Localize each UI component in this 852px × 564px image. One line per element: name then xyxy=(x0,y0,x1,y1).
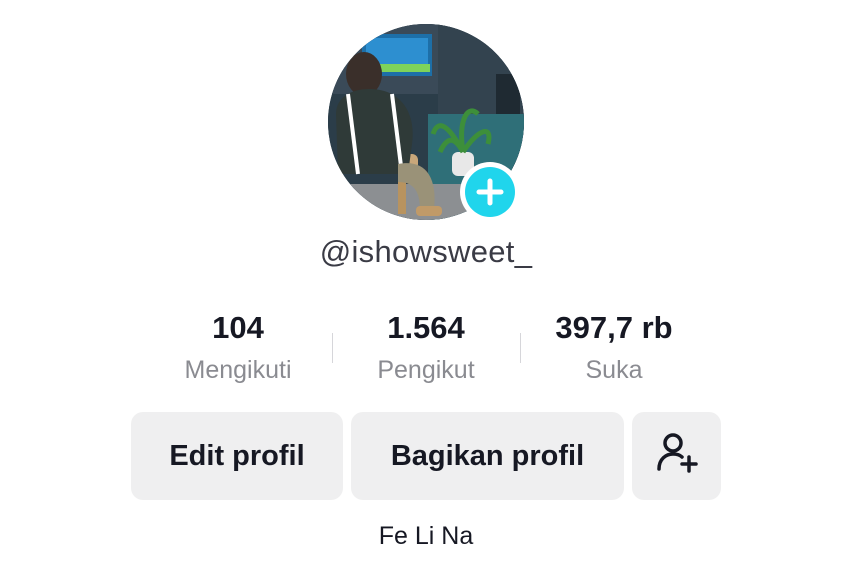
stat-following[interactable]: 104 Mengikuti xyxy=(138,308,338,386)
stat-label: Suka xyxy=(585,356,643,384)
plus-icon xyxy=(465,167,515,217)
avatar-container xyxy=(328,24,524,222)
edit-profile-button[interactable]: Edit profil xyxy=(131,412,343,500)
stat-followers[interactable]: 1.564 Pengikut xyxy=(326,308,526,386)
stat-likes[interactable]: 397,7 rb Suka xyxy=(514,308,714,386)
stat-value: 1.564 xyxy=(387,310,465,345)
stat-label: Pengikut xyxy=(377,356,475,384)
profile-page: @ishowsweet_ 104 Mengikuti 1.564 Pengiku… xyxy=(0,0,852,564)
stats-row: 104 Mengikuti 1.564 Pengikut 397,7 rb Su… xyxy=(0,308,852,388)
stat-label: Mengikuti xyxy=(184,356,292,384)
add-friend-button[interactable] xyxy=(632,412,721,500)
bio-text: Fe Li Na xyxy=(378,522,474,550)
add-user-icon xyxy=(654,429,700,483)
stat-value: 397,7 rb xyxy=(555,310,673,345)
username: @ishowsweet_ xyxy=(319,234,533,269)
stat-value: 104 xyxy=(212,310,264,345)
share-profile-button[interactable]: Bagikan profil xyxy=(351,412,624,500)
add-avatar-button[interactable] xyxy=(460,162,520,222)
